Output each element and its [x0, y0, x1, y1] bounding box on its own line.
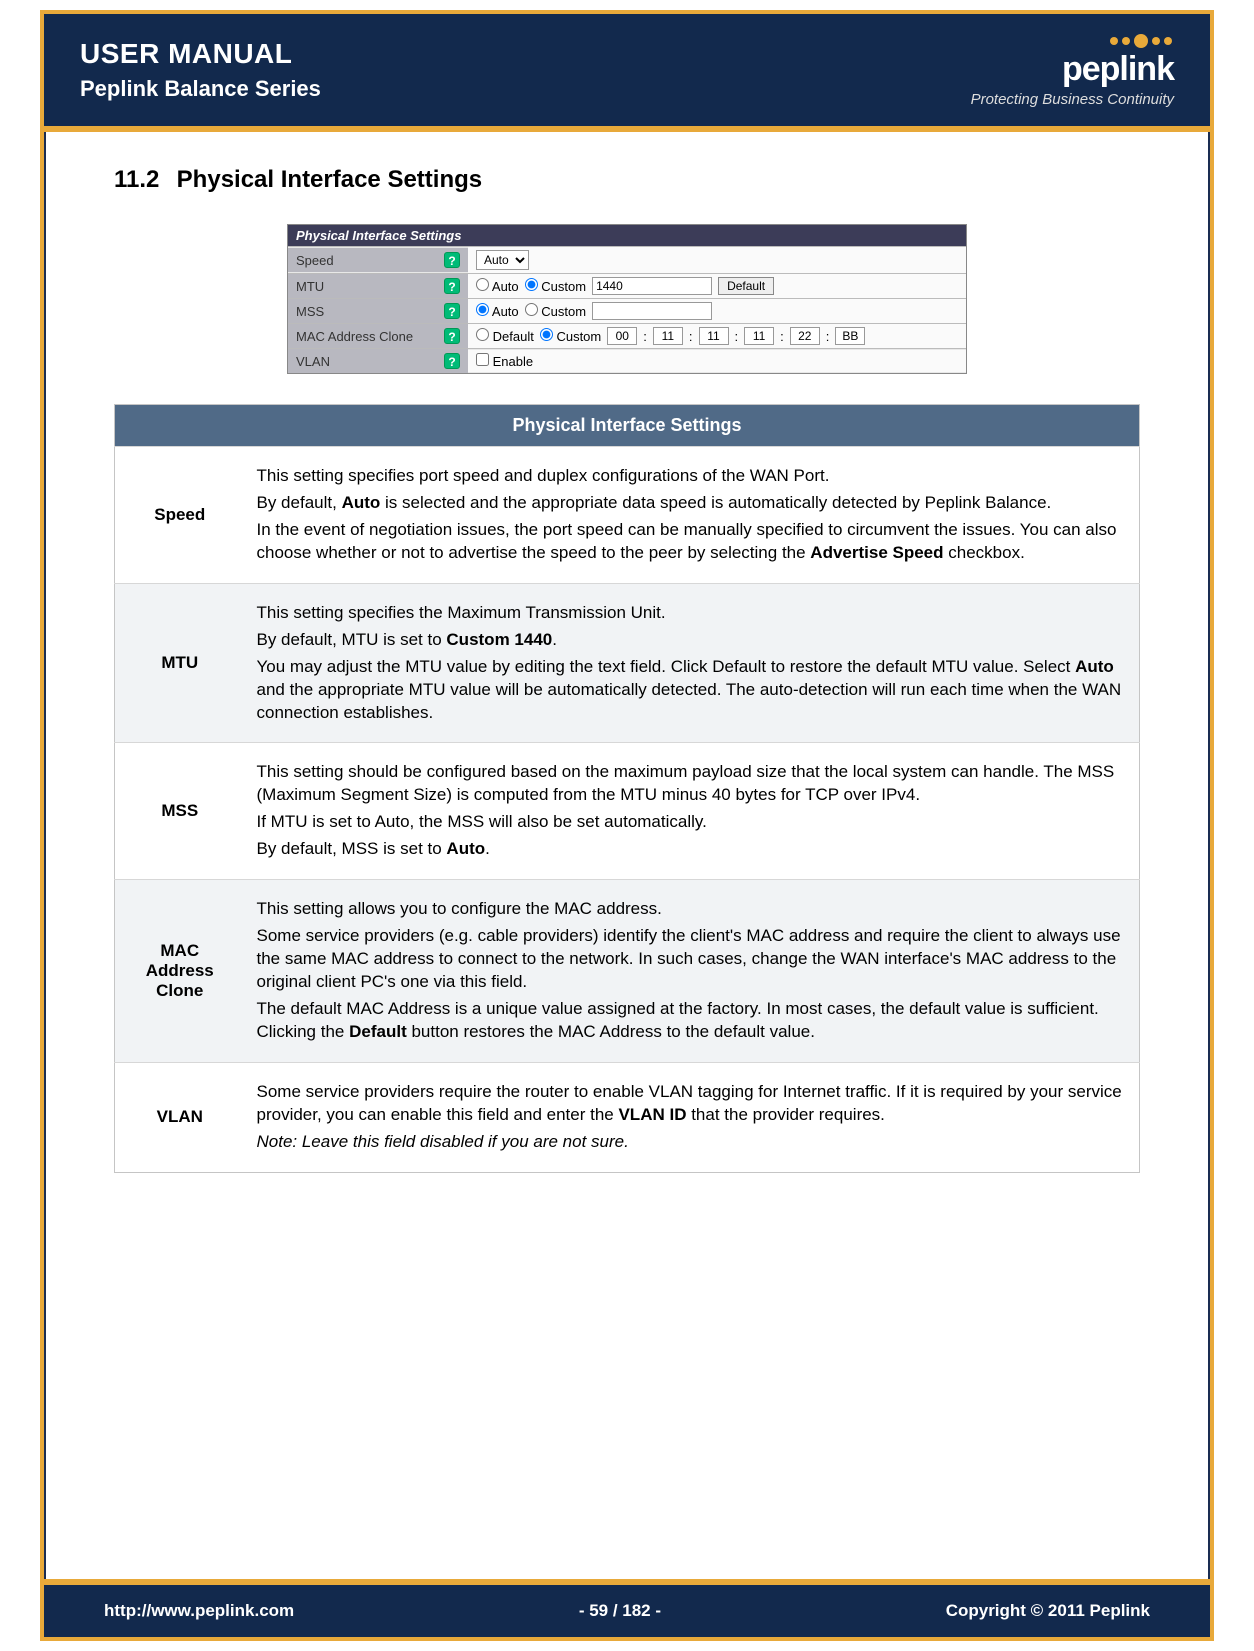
panel-title: Physical Interface Settings	[288, 225, 966, 246]
section-heading: 11.2 Physical Interface Settings	[114, 166, 1140, 194]
mss-auto-radio[interactable]: Auto	[476, 303, 519, 319]
mac-octet-0[interactable]	[607, 327, 637, 345]
logo-tagline: Protecting Business Continuity	[971, 91, 1174, 108]
footer-bar: http://www.peplink.com - 59 / 182 - Copy…	[44, 1579, 1210, 1637]
table-row: MTU This setting specifies the Maximum Tr…	[115, 583, 1140, 743]
description-paragraph: Some service providers (e.g. cable provi…	[257, 925, 1128, 994]
description-paragraph: This setting allows you to configure the…	[257, 898, 1128, 921]
description-paragraph: In the event of negotiation issues, the …	[257, 519, 1128, 565]
row-label: MTU	[115, 583, 245, 743]
row-speed: Speed ? Auto	[288, 246, 966, 273]
vlan-label-cell: VLAN ?	[288, 349, 468, 373]
speed-label: Speed	[296, 253, 334, 268]
mac-label: MAC Address Clone	[296, 329, 413, 344]
description-paragraph: By default, MTU is set to Custom 1440.	[257, 629, 1128, 652]
row-description: This setting specifies the Maximum Trans…	[245, 583, 1140, 743]
mac-octet-1[interactable]	[653, 327, 683, 345]
footer-url: http://www.peplink.com	[104, 1601, 294, 1621]
description-table: Physical Interface Settings Speed This se…	[114, 404, 1140, 1173]
logo-dots-icon	[1108, 32, 1174, 50]
row-label: Speed	[115, 447, 245, 584]
mac-custom-radio[interactable]: Custom	[540, 328, 601, 344]
logo-text: peplink	[971, 50, 1174, 89]
description-paragraph: This setting specifies the Maximum Trans…	[257, 602, 1128, 625]
footer-page: - 59 / 182 -	[579, 1601, 661, 1621]
description-paragraph: Some service providers require the route…	[257, 1081, 1128, 1127]
content-area: 11.2 Physical Interface Settings Physica…	[44, 132, 1210, 1173]
row-description: This setting should be configured based …	[245, 743, 1140, 880]
mac-default-radio[interactable]: Default	[476, 328, 534, 344]
mtu-label: MTU	[296, 279, 324, 294]
mtu-custom-radio[interactable]: Custom	[525, 278, 586, 294]
settings-panel: Physical Interface Settings Speed ? Auto…	[287, 224, 967, 374]
help-icon[interactable]: ?	[444, 252, 460, 268]
mac-octet-2[interactable]	[699, 327, 729, 345]
mtu-controls: Auto Custom Default	[468, 274, 966, 298]
row-mss: MSS ? Auto Custom	[288, 298, 966, 323]
speed-select[interactable]: Auto	[476, 250, 529, 270]
description-paragraph: By default, Auto is selected and the app…	[257, 492, 1128, 515]
header-text: USER MANUAL Peplink Balance Series	[80, 38, 321, 102]
row-description: Some service providers require the route…	[245, 1062, 1140, 1172]
row-label: MSS	[115, 743, 245, 880]
mac-octet-4[interactable]	[790, 327, 820, 345]
description-paragraph: This setting specifies port speed and du…	[257, 465, 1128, 488]
table-row: MSS This setting should be configured bas…	[115, 743, 1140, 880]
description-paragraph: You may adjust the MTU value by editing …	[257, 656, 1128, 725]
footer-copyright: Copyright © 2011 Peplink	[946, 1601, 1150, 1621]
mss-label: MSS	[296, 304, 324, 319]
header-bar: USER MANUAL Peplink Balance Series pepli…	[44, 14, 1210, 132]
section-number: 11.2	[114, 166, 170, 194]
mtu-auto-radio[interactable]: Auto	[476, 278, 519, 294]
table-header: Physical Interface Settings	[115, 405, 1140, 447]
description-paragraph: This setting should be configured based …	[257, 761, 1128, 807]
mss-value-input[interactable]	[592, 302, 712, 320]
vlan-enable-checkbox[interactable]: Enable	[476, 353, 533, 369]
mss-label-cell: MSS ?	[288, 299, 468, 323]
row-description: This setting specifies port speed and du…	[245, 447, 1140, 584]
description-paragraph: Note: Leave this field disabled if you a…	[257, 1131, 1128, 1154]
row-description: This setting allows you to configure the…	[245, 880, 1140, 1063]
page-frame: USER MANUAL Peplink Balance Series pepli…	[40, 10, 1214, 1641]
table-row: VLAN Some service providers require the r…	[115, 1062, 1140, 1172]
row-label: VLAN	[115, 1062, 245, 1172]
speed-label-cell: Speed ?	[288, 248, 468, 272]
mtu-value-input[interactable]	[592, 277, 712, 295]
description-paragraph: By default, MSS is set to Auto.	[257, 838, 1128, 861]
table-row: Speed This setting specifies port speed a…	[115, 447, 1140, 584]
manual-title: USER MANUAL	[80, 38, 321, 70]
mac-octet-5[interactable]	[835, 327, 865, 345]
mss-custom-radio[interactable]: Custom	[525, 303, 586, 319]
description-paragraph: The default MAC Address is a unique valu…	[257, 998, 1128, 1044]
mtu-default-button[interactable]: Default	[718, 277, 774, 295]
help-icon[interactable]: ?	[444, 303, 460, 319]
row-label: MAC Address Clone	[115, 880, 245, 1063]
vlan-label: VLAN	[296, 354, 330, 369]
vlan-controls: Enable	[468, 350, 966, 372]
help-icon[interactable]: ?	[444, 328, 460, 344]
help-icon[interactable]: ?	[444, 278, 460, 294]
mtu-label-cell: MTU ?	[288, 274, 468, 298]
mac-octet-3[interactable]	[744, 327, 774, 345]
row-mac: MAC Address Clone ? Default Custom : : :…	[288, 323, 966, 348]
logo-area: peplink Protecting Business Continuity	[971, 32, 1174, 108]
manual-subtitle: Peplink Balance Series	[80, 76, 321, 102]
speed-controls: Auto	[468, 247, 966, 273]
help-icon[interactable]: ?	[444, 353, 460, 369]
section-title-text: Physical Interface Settings	[177, 166, 482, 193]
row-mtu: MTU ? Auto Custom Default	[288, 273, 966, 298]
table-row: MAC Address Clone This setting allows you…	[115, 880, 1140, 1063]
mac-label-cell: MAC Address Clone ?	[288, 324, 468, 348]
mss-controls: Auto Custom	[468, 299, 966, 323]
description-paragraph: If MTU is set to Auto, the MSS will also…	[257, 811, 1128, 834]
row-vlan: VLAN ? Enable	[288, 348, 966, 373]
mac-controls: Default Custom : : : : :	[468, 324, 966, 348]
